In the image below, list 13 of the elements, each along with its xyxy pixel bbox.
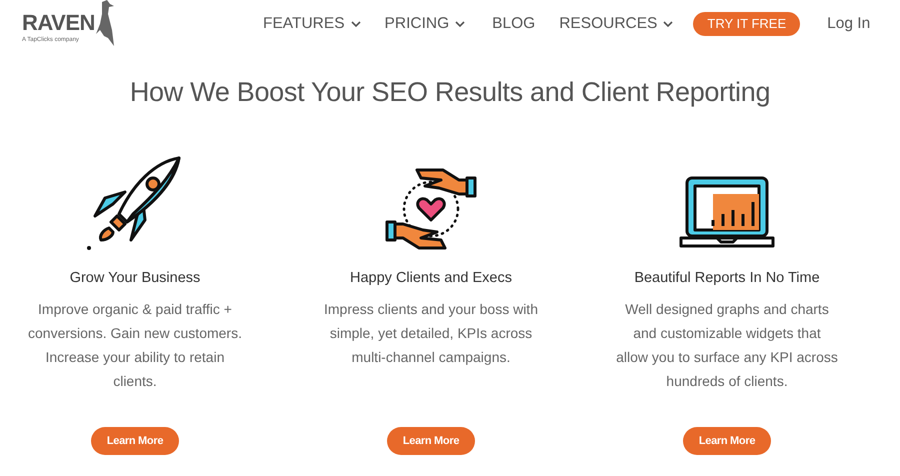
feature-title: Beautiful Reports In No Time xyxy=(634,269,820,288)
nav-link[interactable]: BLOG xyxy=(492,12,536,36)
nav-link[interactable]: RESOURCES xyxy=(559,12,674,36)
section-heading: How We Boost Your SEO Results and Client Reporting xyxy=(128,76,772,108)
feature-description: Impress clients and your boss with simple, yet detailed, KPIs across multi-channel campaigns. xyxy=(323,300,539,368)
login-link[interactable]: Log In xyxy=(827,12,870,36)
nav-link[interactable]: PRICING xyxy=(384,12,466,36)
logo-text[interactable]: RAVEN xyxy=(22,12,95,34)
nav-link[interactable]: FEATURES xyxy=(263,12,361,36)
feature-description: Improve organic & paid traffic + conversions. Gain new customers. Increase your ability to retain clients. xyxy=(27,300,243,392)
feature-title: Happy Clients and Execs xyxy=(350,269,512,288)
feature-description: Well designed graphs and charts and customizable widgets that allow you to surface any KPI across hundreds of clients. xyxy=(616,300,838,392)
feature-title: Grow Your Business xyxy=(70,269,200,288)
